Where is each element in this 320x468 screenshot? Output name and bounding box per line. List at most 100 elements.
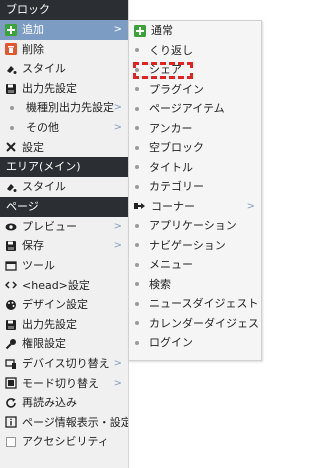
menu-item-label: 追加 [22,23,44,36]
device-icon [5,358,17,370]
menu-item-label: ページ情報表示・設定 [22,415,128,429]
submenu-item-submenu-items-5[interactable]: アンカー [129,119,261,139]
menu-item-menu-sections-2-items-11[interactable]: アクセシビリティ [0,432,128,452]
menu-item-label: アクセシビリティ [22,435,109,449]
info-icon [5,416,17,429]
bullet-icon [135,184,139,189]
menu-item-label: ページアイテム [149,102,225,115]
bullet-icon [135,145,139,150]
bullet-icon [10,106,14,111]
code-icon [5,279,17,291]
menu-item-label: 設定 [22,140,44,154]
bullet-icon [135,262,139,267]
submenu-item-submenu-items-0[interactable]: 通常 [129,21,261,41]
menu-item-label: アンカー [149,121,193,135]
reload-icon [5,397,17,409]
floppy-icon [5,240,17,252]
menu-item-label: ナビゲーション [149,238,226,252]
menu-item-menu-sections-0-items-2[interactable]: スタイル [0,59,128,79]
mode-icon [5,377,17,389]
bullet-icon [135,321,139,326]
menu-item-menu-sections-2-items-6[interactable]: 権限設定 [0,334,128,354]
menu-item-label: カレンダーダイジェスト [149,316,261,330]
submenu-item-submenu-items-12[interactable]: メニュー [129,255,261,275]
menu-item-menu-sections-0-items-6[interactable]: 設定 [0,138,128,158]
style-drop-icon [5,63,17,75]
key-icon [5,338,17,350]
menu-item-menu-sections-2-items-8[interactable]: モード切り替え > [0,374,128,394]
menu-item-label: モード切り替え [22,376,99,390]
section-header: ページ [0,196,128,217]
menu-item-label: コーナー [151,199,195,213]
submenu-item-submenu-items-15[interactable]: カレンダーダイジェスト [129,314,261,334]
menu-item-label: ログイン [149,336,193,349]
menu-item-label: 検索 [149,277,171,291]
tool-icon [5,260,17,272]
menu-item-label: タイトル [149,160,193,174]
menu-item-menu-sections-2-items-9[interactable]: 再読み込み [0,393,128,413]
menu-item-label: 空ブロック [149,141,204,154]
menu-item-label: アプリケーション [149,219,237,232]
menu-item-menu-sections-2-items-7[interactable]: デバイス切り替え > [0,354,128,374]
eye-icon [5,221,17,233]
submenu-item-submenu-items-4[interactable]: ページアイテム [129,99,261,119]
submenu-item-submenu-items-3[interactable]: プラグイン [129,80,261,100]
bullet-icon [135,126,139,131]
menu-item-menu-sections-0-items-5[interactable]: その他 > [0,118,128,138]
submenu-item-submenu-items-16[interactable]: ログイン [129,333,261,353]
menu-item-menu-sections-1-items-0[interactable]: スタイル [0,177,128,197]
menu-item-label: 保存 [22,239,44,253]
submenu-item-submenu-items-1[interactable]: くり返し [129,41,261,61]
menu-item-menu-sections-2-items-0[interactable]: プレビュー > [0,217,128,237]
chevron-right-icon: > [113,357,122,369]
bullet-icon [135,340,139,345]
menu-item-label: ニュースダイジェスト [149,297,259,310]
menu-item-label: カテゴリー [149,180,204,193]
submenu-item-submenu-items-8[interactable]: カテゴリー [129,177,261,197]
menu-item-menu-sections-2-items-3[interactable]: <head>設定 [0,276,128,296]
chevron-right-icon: > [246,200,255,212]
menu-item-menu-sections-2-items-4[interactable]: デザイン設定 [0,295,128,315]
menu-item-menu-sections-2-items-1[interactable]: 保存 > [0,236,128,256]
menu-item-menu-sections-0-items-0[interactable]: 追加 > [0,20,128,40]
menu-item-menu-sections-2-items-10[interactable]: ページ情報表示・設定 [0,413,128,433]
submenu-item-submenu-items-10[interactable]: アプリケーション [129,216,261,236]
submenu-item-submenu-items-7[interactable]: タイトル [129,158,261,178]
menu-item-label: 出力先設定 [22,317,77,331]
menu-item-label: プラグイン [149,82,204,96]
section-header: エリア(メイン) [0,157,128,178]
submenu-item-submenu-items-13[interactable]: 検索 [129,275,261,295]
menu-item-menu-sections-0-items-4[interactable]: 機種別出力先設定 > [0,98,128,118]
chevron-right-icon: > [113,102,122,114]
selection-highlight-box [133,62,193,79]
floppy-icon [5,319,17,331]
submenu-item-submenu-items-14[interactable]: ニュースダイジェスト [129,294,261,314]
menu-item-menu-sections-2-items-2[interactable]: ツール [0,256,128,276]
menu-item-label: 再読み込み [22,396,77,410]
bullet-icon [135,87,139,92]
chevron-right-icon: > [113,121,122,133]
floppy-icon [5,83,17,95]
bullet-icon [135,106,139,111]
menu-item-label: デバイス切り替え [22,356,110,370]
menu-item-label: プレビュー [22,219,77,233]
submenu-item-submenu-items-6[interactable]: 空ブロック [129,138,261,158]
menu-item-label: 出力先設定 [22,81,77,95]
chevron-right-icon: > [113,220,122,232]
submenu-item-submenu-items-9[interactable]: コーナー > [129,197,261,217]
bullet-icon [135,223,139,228]
menu-item-label: ツール [22,258,55,272]
palette-icon [5,299,17,311]
context-menu: ブロック 追加 > 削除 スタイル 出力先設定 機種別出力先設定 > その他 > 設定 エリア(メイン… [0,0,129,468]
menu-item-label: くり返し [149,43,193,57]
trash-icon [5,43,17,56]
style-drop-icon [5,181,17,193]
menu-item-menu-sections-0-items-1[interactable]: 削除 [0,40,128,60]
menu-item-label: スタイル [22,62,66,76]
menu-item-menu-sections-0-items-3[interactable]: 出力先設定 [0,79,128,99]
menu-item-label: <head>設定 [22,278,90,292]
menu-item-menu-sections-2-items-5[interactable]: 出力先設定 [0,315,128,335]
submenu-item-submenu-items-11[interactable]: ナビゲーション [129,236,261,256]
menu-item-label: 削除 [22,42,44,56]
wrench-icon [5,141,17,153]
